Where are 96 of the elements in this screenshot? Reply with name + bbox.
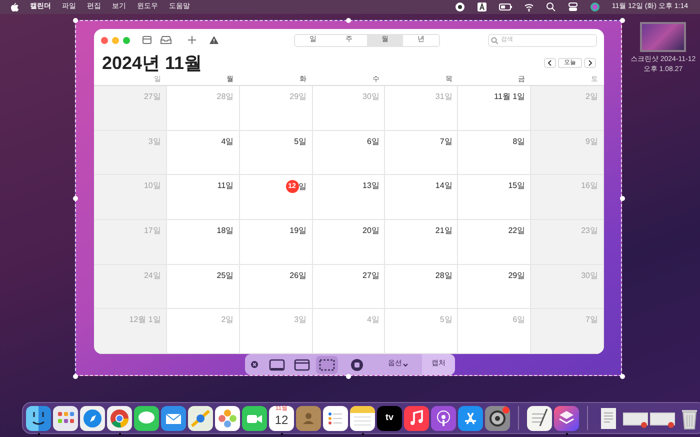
day-label: 26일	[290, 270, 307, 282]
resize-handle[interactable]	[73, 196, 78, 201]
day-label: 23일	[581, 225, 598, 237]
day-label: 27일	[362, 270, 380, 282]
day-label: 6일	[512, 314, 526, 326]
previous-icon[interactable]	[544, 58, 556, 68]
day-label: 21일	[435, 225, 452, 237]
day-label: 28일	[435, 270, 452, 282]
window-capture-icon	[293, 356, 311, 372]
day-label: 29일	[508, 270, 526, 282]
siri-icon[interactable]	[590, 2, 600, 12]
day-cell[interactable]: 13일	[312, 175, 386, 220]
day-label: 19일	[290, 225, 307, 237]
day-label: 4일	[366, 314, 380, 326]
day-cell[interactable]: 29일	[458, 264, 532, 310]
day-cell[interactable]: 19일	[240, 220, 313, 265]
day-label: 15일	[508, 180, 526, 192]
tray-icon[interactable]	[160, 35, 172, 45]
screenshot-thumbnail[interactable]	[640, 22, 686, 52]
battery-icon[interactable]	[498, 2, 512, 12]
day-label: 11일	[217, 180, 234, 192]
selection-area[interactable]	[75, 20, 622, 376]
day-label: 17일	[144, 225, 161, 237]
record-icon	[348, 356, 366, 372]
calendar-list-icon[interactable]	[142, 35, 152, 45]
day-label: 16일	[581, 180, 598, 192]
day-label: 5일	[294, 136, 307, 148]
input-source-icon[interactable]	[476, 2, 487, 12]
day-label: 5일	[440, 314, 452, 326]
day-label: 4일	[221, 136, 234, 148]
day-cell[interactable]: 4일	[166, 130, 240, 176]
resize-handle[interactable]	[620, 196, 625, 201]
day-cell[interactable]: 11일	[166, 175, 240, 220]
selection-capture-icon	[318, 356, 336, 372]
day-label: 8일	[512, 136, 526, 148]
day-cell[interactable]: 7일	[385, 130, 458, 176]
resize-handle[interactable]	[346, 18, 351, 23]
day-label: 3일	[294, 314, 307, 326]
day-label: 25일	[216, 270, 234, 282]
add-icon[interactable]	[187, 35, 197, 45]
day-cell[interactable]: 21일	[385, 220, 458, 265]
day-label: 18일	[216, 225, 234, 237]
day-label: 13일	[362, 180, 380, 192]
apple-icon[interactable]	[10, 2, 19, 12]
toggle-icon[interactable]	[568, 2, 578, 12]
search-icon	[491, 36, 498, 44]
day-label: 22일	[508, 225, 526, 237]
day-label: 30일	[362, 91, 380, 103]
day-cell[interactable]: 11월 1일	[458, 86, 532, 131]
day-label: 24일	[144, 270, 161, 282]
day-label: 14일	[435, 180, 452, 192]
month-title: 2024년 11월	[102, 52, 202, 74]
day-label: 31일	[435, 91, 452, 103]
day-cell[interactable]: 22일	[458, 220, 532, 265]
day-label: 27일	[144, 91, 161, 103]
resize-handle[interactable]	[73, 374, 78, 379]
resize-handle[interactable]	[620, 374, 625, 379]
next-icon[interactable]	[584, 58, 596, 68]
day-label: 7일	[440, 136, 452, 148]
day-label: 2일	[586, 91, 598, 103]
selection-capture-button[interactable]	[316, 356, 338, 374]
search-icon[interactable]	[546, 2, 556, 12]
day-label: 28일	[216, 91, 234, 103]
day-label: 20일	[362, 225, 380, 237]
day-label: 29일	[290, 91, 307, 103]
day-label: 2일	[221, 314, 234, 326]
day-label: 10일	[144, 180, 161, 192]
day-label: 11월 1일	[494, 91, 526, 103]
day-cell[interactable]: 28일	[385, 264, 458, 310]
day-label: 6일	[366, 136, 380, 148]
day-cell[interactable]: 27일	[312, 264, 386, 310]
day-label: 9일	[586, 136, 598, 148]
day-cell[interactable]: 15일	[458, 175, 532, 220]
day-label: 30일	[581, 270, 598, 282]
warning-icon[interactable]	[209, 35, 219, 45]
day-cell[interactable]: 26일	[240, 264, 313, 310]
day-cell[interactable]: 18일	[166, 220, 240, 265]
day-cell[interactable]: 14일	[385, 175, 458, 220]
day-cell[interactable]: 25일	[166, 264, 240, 310]
tv-app-icon[interactable]: tv	[377, 406, 402, 430]
day-cell[interactable]: 6일	[312, 130, 386, 176]
day-label: 3일	[148, 136, 161, 148]
wifi-icon[interactable]	[524, 2, 534, 12]
day-cell[interactable]: 5일	[240, 130, 313, 176]
day-label: 일	[298, 180, 307, 193]
screen-capture-icon	[268, 356, 286, 372]
chevron-down-icon	[403, 362, 408, 366]
day-label: 7일	[586, 314, 598, 326]
resize-handle[interactable]	[620, 18, 625, 23]
close-icon[interactable]	[251, 361, 258, 368]
day-cell[interactable]: 8일	[458, 130, 532, 176]
day-label: 12월 1일	[129, 314, 161, 326]
resize-handle[interactable]	[346, 374, 351, 379]
resize-handle[interactable]	[73, 18, 78, 23]
record-icon[interactable]	[454, 2, 465, 12]
day-cell[interactable]: 20일	[312, 220, 386, 265]
